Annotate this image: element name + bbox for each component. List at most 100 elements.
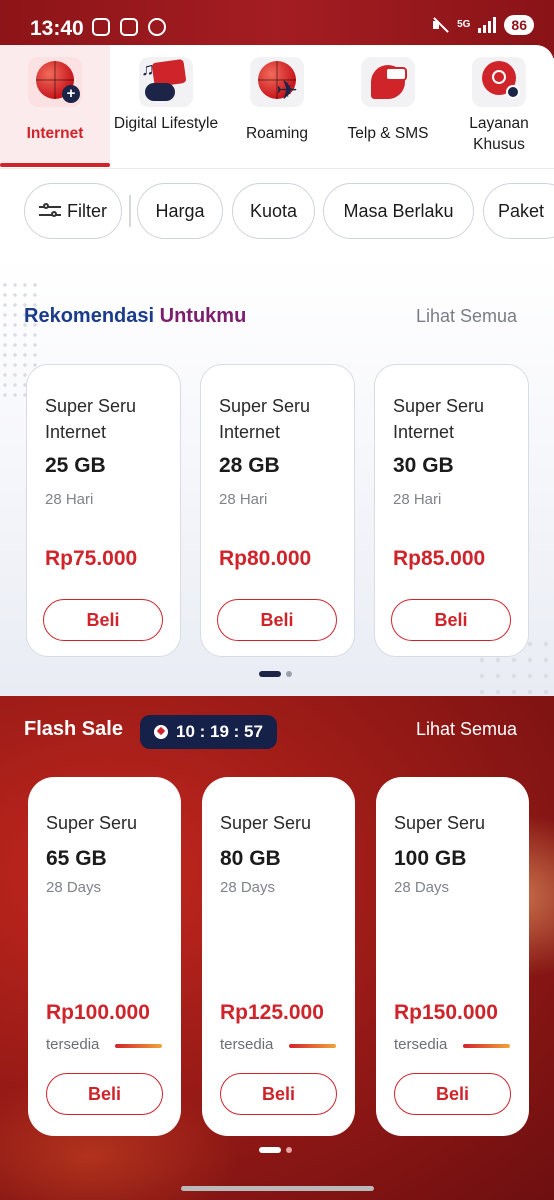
chip-label: Kuota xyxy=(249,200,298,221)
discord-icon xyxy=(148,18,166,36)
recommendation-card[interactable]: Super Seru Internet 30 GB 28 Hari Rp85.0… xyxy=(374,364,529,657)
buy-button[interactable]: Beli xyxy=(43,599,163,641)
package-quota: 80 GB xyxy=(220,847,281,870)
gesture-nav-bar[interactable] xyxy=(181,1186,374,1191)
package-validity: 28 Hari xyxy=(45,491,94,508)
filter-button[interactable]: Filter xyxy=(24,183,122,239)
scan-icon xyxy=(120,18,138,36)
flash-sale-pager xyxy=(259,1147,292,1153)
filter-sliders-icon xyxy=(39,203,61,219)
timer-icon xyxy=(154,725,168,739)
pager-dot xyxy=(286,1147,292,1153)
flash-sale-title: Flash Sale xyxy=(24,718,123,740)
availability-fill xyxy=(463,1044,510,1048)
category-label: Internet xyxy=(26,125,84,142)
package-name: Super Seru xyxy=(220,813,312,833)
availability-bar xyxy=(289,1044,336,1048)
buy-button[interactable]: Beli xyxy=(220,1073,337,1115)
category-label: Telp & SMS xyxy=(347,125,429,142)
active-tab-indicator xyxy=(0,163,110,167)
nav-divider xyxy=(0,168,554,169)
availability-fill xyxy=(289,1044,336,1048)
status-right: 5G 86 xyxy=(431,15,534,35)
filter-chips: Filter Harga Kuota Masa Berlaku Paket xyxy=(24,183,554,241)
package-quota: 100 GB xyxy=(394,847,467,870)
package-name: Super Seru Internet xyxy=(393,396,485,442)
internet-plus-icon: + xyxy=(28,57,82,107)
package-validity: 28 Days xyxy=(46,879,102,896)
package-name: Super Seru xyxy=(394,813,486,833)
package-quota: 25 GB xyxy=(45,454,106,477)
category-tab-layanan-khusus[interactable]: Layanan Khusus xyxy=(444,45,554,167)
package-name: Super Seru Internet xyxy=(219,396,311,442)
instagram-icon xyxy=(92,18,110,36)
category-nav: + Internet ♫ Digital Lifestyle ✈ Roaming… xyxy=(0,45,554,169)
chip-label: Harga xyxy=(155,200,205,221)
package-price: Rp80.000 xyxy=(219,547,312,570)
buy-button[interactable]: Beli xyxy=(217,599,337,641)
chip-masa-berlaku[interactable]: Masa Berlaku xyxy=(323,183,474,239)
timer-value: 10 : 19 : 57 xyxy=(176,722,263,741)
package-price: Rp150.000 xyxy=(394,1001,498,1024)
battery-level: 86 xyxy=(504,15,534,35)
flash-sale-card[interactable]: Super Seru 100 GB 28 Days Rp150.000 ters… xyxy=(376,777,529,1136)
category-label: Layanan Khusus xyxy=(469,115,529,153)
package-quota: 30 GB xyxy=(393,454,454,477)
chip-harga[interactable]: Harga xyxy=(137,183,223,239)
pager-dot xyxy=(286,671,292,677)
availability-bar xyxy=(115,1044,162,1048)
package-name: Super Seru Internet xyxy=(45,396,137,442)
package-validity: 28 Days xyxy=(394,879,450,896)
buy-button[interactable]: Beli xyxy=(46,1073,163,1115)
flash-sale-timer: 10 : 19 : 57 xyxy=(140,715,277,749)
title-part2: Untukmu xyxy=(159,305,247,327)
category-tab-telp-sms[interactable]: Telp & SMS xyxy=(333,45,443,167)
mute-icon xyxy=(431,16,449,34)
digital-lifestyle-icon: ♫ xyxy=(139,57,193,107)
notification-icons xyxy=(92,18,166,36)
title-part1: Rekomendasi xyxy=(24,305,155,327)
signal-icon xyxy=(478,17,497,33)
chip-kuota[interactable]: Kuota xyxy=(232,183,315,239)
chip-label: Paket xyxy=(498,200,545,221)
availability-fill xyxy=(115,1044,162,1048)
flash-sale-see-all-link[interactable]: Lihat Semua xyxy=(416,719,517,740)
category-tab-internet[interactable]: + Internet xyxy=(0,45,110,167)
pager-dot-active xyxy=(259,1147,281,1153)
availability-bar xyxy=(463,1044,510,1048)
buy-button[interactable]: Beli xyxy=(391,599,511,641)
recommendation-title: Rekomendasi Untukmu xyxy=(24,305,246,328)
recommendation-card[interactable]: Super Seru Internet 25 GB 28 Hari Rp75.0… xyxy=(26,364,181,657)
roaming-plane-icon: ✈ xyxy=(250,57,304,107)
category-label: Roaming xyxy=(245,125,309,142)
flash-sale-card[interactable]: Super Seru 80 GB 28 Days Rp125.000 terse… xyxy=(202,777,355,1136)
package-validity: 28 Hari xyxy=(219,491,268,508)
package-validity: 28 Hari xyxy=(393,491,442,508)
category-tab-digital-lifestyle[interactable]: ♫ Digital Lifestyle xyxy=(111,45,221,167)
recommendation-see-all-link[interactable]: Lihat Semua xyxy=(416,306,517,327)
network-type: 5G xyxy=(457,19,471,30)
chip-label: Masa Berlaku xyxy=(343,200,454,221)
pager-dot-active xyxy=(259,671,281,677)
filter-label: Filter xyxy=(67,200,107,221)
package-name: Super Seru xyxy=(46,813,138,833)
package-validity: 28 Days xyxy=(220,879,276,896)
recommendation-card[interactable]: Super Seru Internet 28 GB 28 Hari Rp80.0… xyxy=(200,364,355,657)
recommendation-pager xyxy=(259,671,292,677)
availability-label: tersedia xyxy=(394,1036,448,1053)
category-tab-roaming[interactable]: ✈ Roaming xyxy=(222,45,332,167)
package-price: Rp100.000 xyxy=(46,1001,150,1024)
special-service-icon xyxy=(472,57,526,107)
chip-paket[interactable]: Paket xyxy=(483,183,554,239)
package-price: Rp85.000 xyxy=(393,547,486,570)
buy-button[interactable]: Beli xyxy=(394,1073,511,1115)
phone-sms-icon xyxy=(361,57,415,107)
package-price: Rp75.000 xyxy=(45,547,138,570)
package-quota: 28 GB xyxy=(219,454,280,477)
chip-divider xyxy=(129,195,131,227)
availability-label: tersedia xyxy=(220,1036,274,1053)
package-price: Rp125.000 xyxy=(220,1001,324,1024)
category-label: Digital Lifestyle xyxy=(113,115,219,132)
flash-sale-card[interactable]: Super Seru 65 GB 28 Days Rp100.000 terse… xyxy=(28,777,181,1136)
availability-label: tersedia xyxy=(46,1036,100,1053)
